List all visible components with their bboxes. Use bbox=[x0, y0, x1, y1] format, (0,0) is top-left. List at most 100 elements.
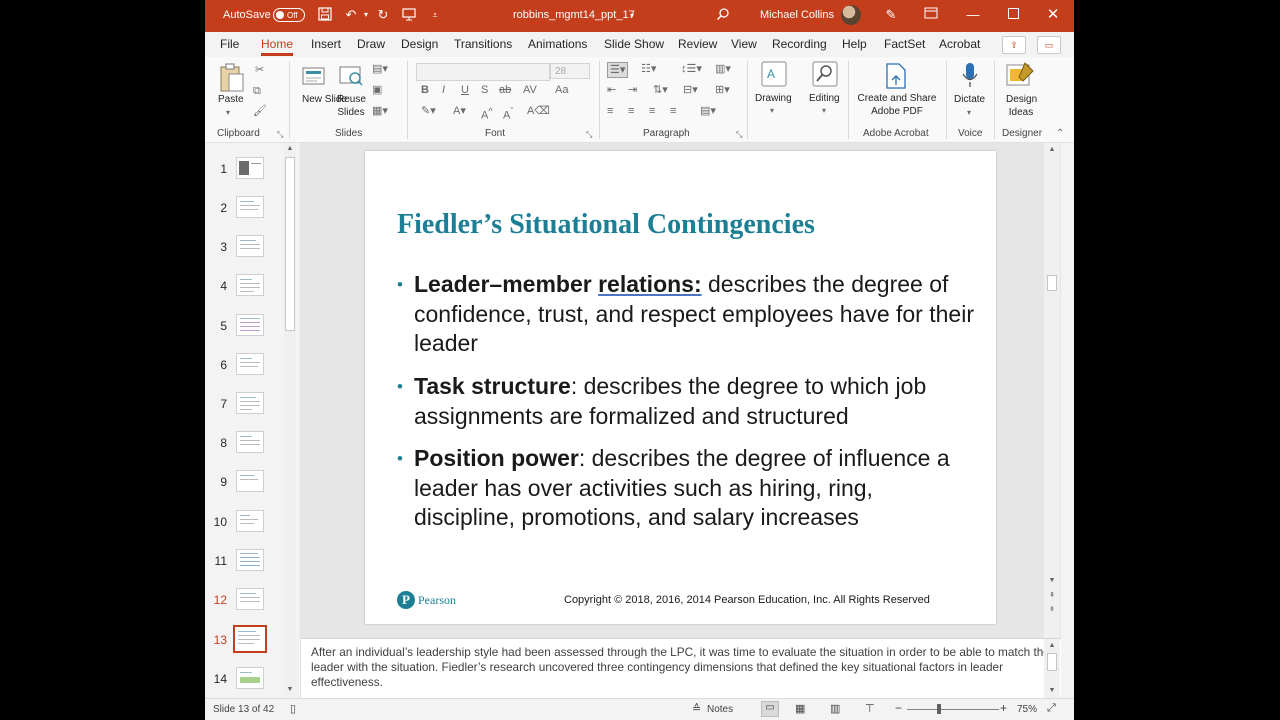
layout-icon[interactable]: ▤▾ bbox=[372, 62, 388, 76]
minimize-icon[interactable]: — bbox=[965, 7, 981, 23]
justify-icon[interactable]: ≡ bbox=[670, 104, 676, 118]
tab-transitions[interactable]: Transitions bbox=[454, 37, 512, 51]
decrease-font-icon[interactable]: Aˇ bbox=[503, 104, 513, 123]
tab-home[interactable]: Home bbox=[261, 37, 294, 56]
thumbnail-scrollbar[interactable]: ▲ ▼ bbox=[284, 143, 296, 698]
thumbnail-image[interactable] bbox=[236, 431, 264, 453]
accessibility-icon[interactable]: ▯ bbox=[290, 702, 296, 715]
reading-view-icon[interactable]: ▥ bbox=[830, 702, 840, 715]
design-ideas-label[interactable]: Design Ideas bbox=[1006, 93, 1037, 119]
undo-dropdown-icon[interactable]: ▾ bbox=[358, 7, 374, 23]
paragraph-launcher-icon[interactable]: ⤡ bbox=[736, 128, 742, 142]
zoom-slider[interactable] bbox=[907, 704, 999, 714]
thumbnail-image[interactable] bbox=[236, 353, 264, 375]
bold-icon[interactable]: B bbox=[421, 83, 429, 97]
maximize-icon[interactable] bbox=[1005, 7, 1021, 23]
italic-icon[interactable]: I bbox=[442, 83, 445, 97]
notes-scrollbar[interactable]: ▲ ▼ bbox=[1044, 639, 1060, 699]
next-slide-icon[interactable]: ⇟ bbox=[1047, 605, 1057, 613]
previous-slide-icon[interactable]: ⇞ bbox=[1047, 591, 1057, 599]
align-text-icon[interactable]: ⊟▾ bbox=[683, 83, 698, 97]
editing-dropdown-icon[interactable]: ▾ bbox=[822, 104, 826, 118]
text-direction-icon[interactable]: ⇅▾ bbox=[653, 83, 668, 97]
create-pdf-icon[interactable] bbox=[885, 63, 907, 92]
paste-dropdown-icon[interactable]: ▾ bbox=[226, 106, 230, 120]
reset-icon[interactable]: ▣ bbox=[372, 83, 382, 97]
tab-slide-show[interactable]: Slide Show bbox=[604, 37, 664, 51]
change-case-icon[interactable]: Aa bbox=[555, 83, 568, 97]
columns-icon[interactable]: ▥▾ bbox=[715, 62, 731, 76]
font-launcher-icon[interactable]: ⤡ bbox=[586, 128, 592, 142]
customize-toolbar-icon[interactable]: ⩡ bbox=[427, 7, 443, 23]
reuse-slides-icon[interactable] bbox=[339, 64, 365, 91]
tab-draw[interactable]: Draw bbox=[357, 37, 385, 51]
editor-scrollbar[interactable]: ▲ ▼ ⇞ ⇟ bbox=[1044, 143, 1060, 638]
comments-icon[interactable]: ▭ bbox=[1037, 36, 1061, 54]
reuse-slides-label[interactable]: Reuse Slides bbox=[337, 93, 366, 119]
share-icon[interactable]: ⇪ bbox=[1002, 36, 1026, 54]
paste-label[interactable]: Paste bbox=[218, 93, 244, 106]
decrease-indent-icon[interactable]: ⇤ bbox=[607, 83, 616, 97]
notes-pane[interactable]: After an individual’s leadership style h… bbox=[301, 638, 1061, 699]
create-share-pdf-label[interactable]: Create and Share Adobe PDF bbox=[857, 92, 937, 118]
thumbnail-image[interactable] bbox=[236, 392, 264, 414]
smartart-icon[interactable]: ⊞▾ bbox=[715, 83, 730, 97]
thumbnail-image[interactable] bbox=[236, 314, 264, 336]
align-left-icon[interactable]: ≡ bbox=[607, 104, 613, 118]
font-name-box[interactable] bbox=[416, 63, 550, 81]
tab-file[interactable]: File bbox=[220, 37, 239, 51]
scroll-up-icon[interactable]: ▲ bbox=[1047, 146, 1057, 153]
slide-canvas[interactable]: Fiedler’s Situational Contingencies • Lea… bbox=[365, 151, 996, 624]
thumbnail-image[interactable] bbox=[236, 667, 264, 689]
copy-icon[interactable]: ⧉ bbox=[253, 84, 261, 98]
zoom-slider-handle[interactable] bbox=[937, 704, 941, 714]
character-spacing-icon[interactable]: AV bbox=[523, 83, 537, 97]
slide-show-icon[interactable]: ⊤ bbox=[865, 702, 875, 715]
tab-review[interactable]: Review bbox=[678, 37, 717, 51]
bullets-icon[interactable]: ☰▾ bbox=[607, 62, 629, 78]
normal-view-icon[interactable]: ▭ bbox=[761, 701, 779, 717]
increase-font-icon[interactable]: A^ bbox=[481, 104, 493, 123]
slide-title[interactable]: Fiedler’s Situational Contingencies bbox=[397, 209, 815, 241]
new-slide-icon[interactable] bbox=[302, 64, 326, 91]
scrollbar-thumb[interactable] bbox=[285, 157, 295, 331]
drawing-icon[interactable]: A bbox=[761, 61, 787, 90]
bullet-position-power[interactable]: • Position power: describes the degree of… bbox=[397, 444, 974, 533]
start-from-beginning-icon[interactable] bbox=[401, 7, 417, 23]
bullet-task-structure[interactable]: • Task structure: describes the degree to… bbox=[397, 372, 974, 431]
format-painter-icon[interactable]: 🖌 bbox=[253, 104, 267, 118]
scrollbar-thumb[interactable] bbox=[1047, 275, 1057, 291]
line-spacing-icon[interactable]: ↕☰▾ bbox=[681, 62, 702, 76]
scroll-down-icon[interactable]: ▼ bbox=[1047, 577, 1057, 584]
tab-animations[interactable]: Animations bbox=[528, 37, 587, 51]
thumbnail-image[interactable] bbox=[236, 157, 264, 179]
distributed-icon[interactable]: ▤▾ bbox=[700, 104, 716, 118]
highlight-icon[interactable]: ✎▾ bbox=[421, 104, 436, 118]
thumbnail-image[interactable] bbox=[236, 549, 264, 571]
thumbnail-image-selected[interactable] bbox=[233, 625, 267, 653]
zoom-level[interactable]: 75% bbox=[1017, 704, 1037, 715]
tab-help[interactable]: Help bbox=[842, 37, 867, 51]
zoom-in-icon[interactable]: + bbox=[1000, 701, 1007, 715]
user-avatar[interactable] bbox=[841, 5, 861, 25]
close-icon[interactable]: ✕ bbox=[1045, 7, 1061, 23]
autosave-toggle[interactable]: Off bbox=[273, 8, 305, 22]
microphone-icon[interactable] bbox=[960, 61, 980, 94]
thumbnail-image[interactable] bbox=[236, 235, 264, 257]
undo-icon[interactable]: ↶ bbox=[343, 7, 359, 23]
align-center-icon[interactable]: ≡ bbox=[628, 104, 634, 118]
underline-icon[interactable]: U bbox=[461, 83, 469, 97]
tab-recording[interactable]: Recording bbox=[772, 37, 827, 51]
title-dropdown-icon[interactable]: ▾ bbox=[630, 11, 634, 20]
fit-to-window-icon[interactable]: ⤢ bbox=[1047, 702, 1056, 715]
cut-icon[interactable]: ✂ bbox=[255, 63, 264, 77]
clear-formatting-icon[interactable]: A⌫ bbox=[527, 104, 550, 118]
tab-design[interactable]: Design bbox=[401, 37, 438, 51]
increase-indent-icon[interactable]: ⇥ bbox=[628, 83, 637, 97]
strikethrough-icon[interactable]: ab bbox=[499, 83, 511, 97]
thumbnail-image[interactable] bbox=[236, 510, 264, 532]
bullet-leader-member-relations[interactable]: • Leader–member relations: describes the … bbox=[397, 270, 974, 359]
clipboard-launcher-icon[interactable]: ⤡ bbox=[277, 128, 283, 142]
design-ideas-icon[interactable] bbox=[1005, 61, 1035, 92]
pen-icon[interactable]: ✎ bbox=[883, 7, 899, 23]
